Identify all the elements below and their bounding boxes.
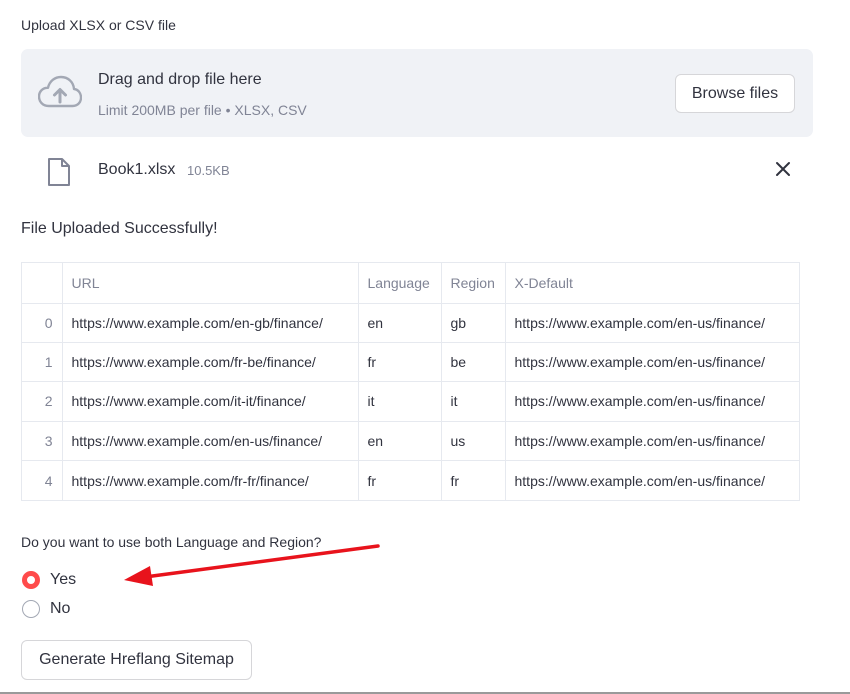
cell-url: https://www.example.com/en-gb/finance/ [62, 303, 359, 343]
radio-option-yes[interactable]: Yes [22, 570, 76, 590]
cell-region: us [441, 421, 506, 462]
row-index: 0 [22, 303, 63, 343]
cell-language: en [358, 303, 442, 343]
cell-language: fr [358, 460, 442, 500]
dropzone-limit-text: Limit 200MB per file • XLSX, CSV [98, 102, 307, 118]
browse-files-button[interactable]: Browse files [675, 74, 795, 113]
cell-language: en [358, 421, 442, 462]
file-icon [48, 158, 70, 186]
cell-region: it [441, 381, 506, 422]
cell-region: gb [441, 303, 506, 343]
cell-language: it [358, 381, 442, 422]
radio-button-selected[interactable] [22, 571, 40, 589]
column-header-url: URL [62, 263, 359, 304]
uploaded-file-name: Book1.xlsx [98, 161, 176, 178]
data-table: URL Language Region X-Default 0 https://… [21, 262, 800, 501]
column-header-region: Region [441, 263, 506, 304]
column-header-language: Language [358, 263, 442, 304]
cell-region: be [441, 342, 506, 383]
upload-label: Upload XLSX or CSV file [21, 17, 176, 33]
close-icon[interactable] [775, 161, 791, 177]
cell-x-default: https://www.example.com/en-us/finance/ [505, 303, 799, 343]
table-row: 3 https://www.example.com/en-us/finance/… [22, 421, 799, 462]
table-row: 1 https://www.example.com/fr-be/finance/… [22, 342, 799, 383]
row-index: 3 [22, 421, 63, 462]
dropzone-title: Drag and drop file here [98, 71, 262, 88]
cell-x-default: https://www.example.com/en-us/finance/ [505, 421, 799, 462]
row-index: 2 [22, 381, 63, 422]
table-row: 2 https://www.example.com/it-it/finance/… [22, 381, 799, 422]
cell-url: https://www.example.com/it-it/finance/ [62, 381, 359, 422]
uploaded-file-row: Book1.xlsx 10.5KB [21, 150, 813, 190]
radio-group-label: Do you want to use both Language and Reg… [21, 534, 322, 550]
radio-option-no[interactable]: No [22, 599, 70, 619]
table-row: 4 https://www.example.com/fr-fr/finance/… [22, 460, 799, 500]
column-header-index [22, 263, 63, 304]
row-index: 1 [22, 342, 63, 383]
uploaded-file-size: 10.5KB [187, 163, 230, 178]
radio-label-yes: Yes [50, 571, 77, 588]
file-dropzone[interactable]: Drag and drop file here Limit 200MB per … [21, 49, 813, 137]
column-header-x-default: X-Default [505, 263, 799, 304]
radio-button-unselected[interactable] [22, 600, 40, 618]
table-header-row: URL Language Region X-Default [22, 263, 799, 304]
cell-x-default: https://www.example.com/en-us/finance/ [514, 472, 766, 489]
radio-label-no: No [50, 600, 71, 617]
upload-success-message: File Uploaded Successfully! [21, 220, 218, 237]
row-index: 4 [22, 460, 63, 500]
cell-url: https://www.example.com/fr-be/finance/ [62, 342, 359, 383]
cloud-upload-icon [38, 75, 82, 108]
streamlit-page: Upload XLSX or CSV file Drag and drop fi… [0, 0, 850, 694]
cell-url: https://www.example.com/en-us/finance/ [62, 421, 359, 462]
cell-region: fr [441, 460, 506, 500]
generate-hreflang-sitemap-button[interactable]: Generate Hreflang Sitemap [21, 640, 252, 680]
table-row: 0 https://www.example.com/en-gb/finance/… [22, 303, 799, 343]
cell-url: https://www.example.com/fr-fr/finance/ [62, 460, 359, 500]
cell-language: fr [358, 342, 442, 383]
cell-x-default: https://www.example.com/en-us/finance/ [505, 381, 799, 422]
cell-x-default: https://www.example.com/en-us/finance/ [505, 342, 799, 383]
